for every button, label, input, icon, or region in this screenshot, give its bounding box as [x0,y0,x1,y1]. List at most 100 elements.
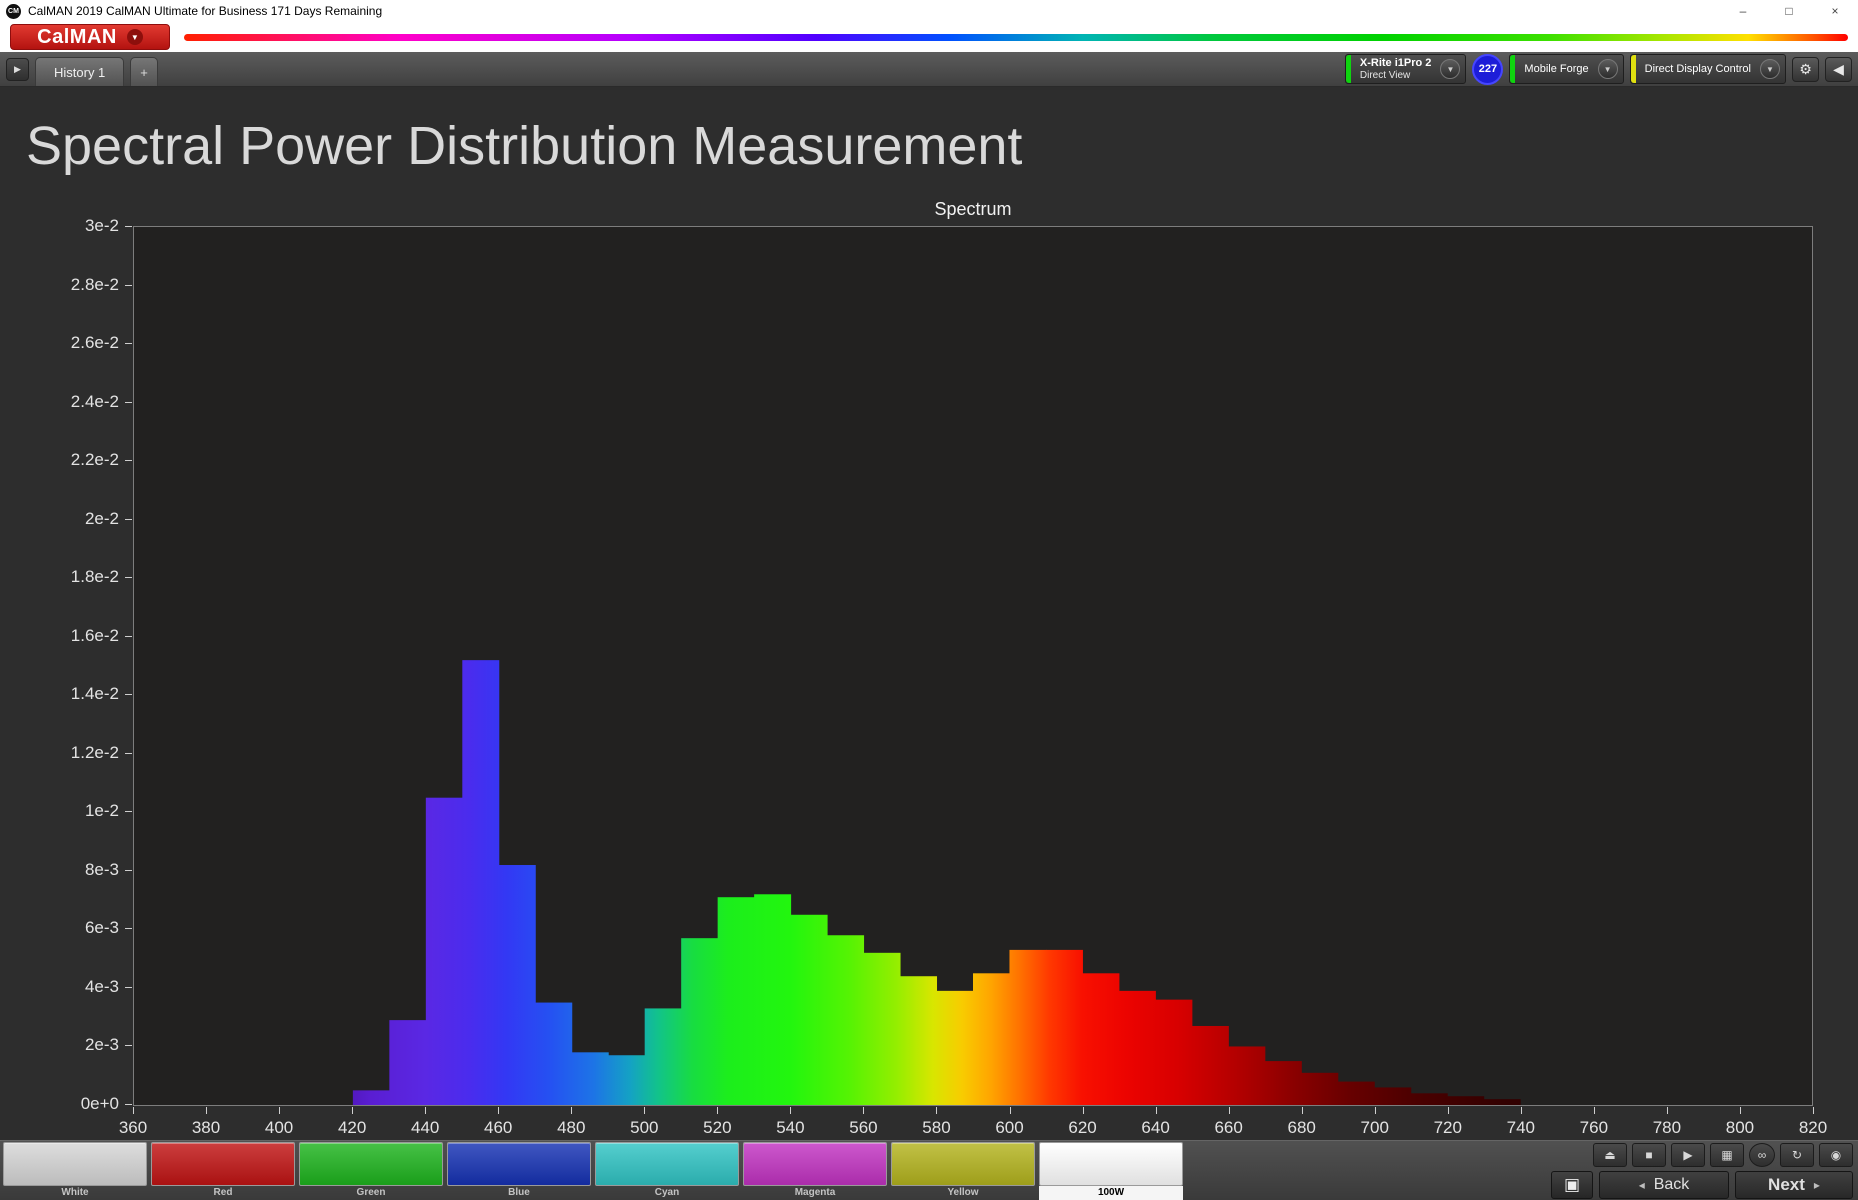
x-axis-tick [1374,1107,1376,1114]
patch-button-100w[interactable]: 100W [1039,1142,1183,1200]
refresh-icon[interactable]: ↻ [1780,1143,1814,1167]
continuous-icon[interactable]: ∞ [1749,1143,1775,1167]
history-panel-toggle-button[interactable]: ▶ [6,57,29,81]
y-axis-tick-label: 6e-3 [84,918,119,938]
x-axis-tick-label: 460 [484,1118,513,1137]
add-tab-button[interactable]: + [130,57,158,86]
patch-button-white[interactable]: White [3,1142,147,1200]
stop-icon[interactable]: ■ [1632,1143,1666,1167]
x-axis-tick [1520,1107,1522,1114]
spectrum-bar [1447,1096,1485,1105]
bottom-bar: White Red Green Blue Cyan Magenta Yellow 100W ⏏… [0,1140,1858,1200]
navigation-row: ▣ ◂ Back Next ▸ [1551,1171,1853,1199]
x-axis-tick-label: 720 [1433,1118,1462,1137]
window-title: CalMAN 2019 CalMAN Ultimate for Business… [28,4,383,18]
calman-menu-button[interactable]: CalMAN ▼ [10,24,170,50]
rainbow-gradient-strip [184,33,1848,41]
y-axis-tick-label: 2.6e-2 [70,333,119,353]
record-icon[interactable]: ◉ [1819,1143,1853,1167]
patch-button-magenta[interactable]: Magenta [743,1142,887,1200]
x-axis-tick [863,1107,865,1114]
patch-label: White [61,1187,89,1198]
x-axis-tick [498,1107,500,1114]
meter-selector[interactable]: X-Rite i1Pro 2 Direct View ▼ [1344,54,1467,84]
y-axis-tick-label: 2e-2 [84,508,119,528]
spectrum-bar [1483,1099,1521,1105]
back-icon: ◂ [1638,1178,1645,1192]
y-axis-tick [125,343,132,345]
spectrum-bar [1118,990,1156,1105]
chevron-down-icon[interactable]: ▼ [1760,59,1780,79]
patch-button-blue[interactable]: Blue [447,1142,591,1200]
spectrum-bar [1228,1046,1266,1105]
x-axis-tick-label: 560 [849,1118,878,1137]
save-icon[interactable]: ▦ [1710,1143,1744,1167]
y-axis-tick [125,401,132,403]
meter-mode: Direct View [1359,69,1411,81]
spectrum-bar [681,938,719,1105]
minimize-icon[interactable]: – [1720,0,1766,22]
chevron-down-icon[interactable]: ▼ [1440,59,1461,79]
y-axis-tick [125,986,132,988]
play-icon[interactable]: ▶ [1671,1143,1705,1167]
x-axis-tick [352,1107,354,1114]
spectrum-bar [1191,1025,1229,1105]
x-axis-tick [279,1107,281,1114]
y-axis-tick [125,577,132,579]
spectrum-bar [462,660,500,1105]
pattern-window-button[interactable]: ▣ [1551,1171,1593,1199]
spectrum-bar [827,935,865,1105]
spectrum-bar [352,1090,390,1105]
source-selector[interactable]: Mobile Forge ▼ [1509,54,1624,84]
y-axis-tick [125,694,132,696]
source-selector-text: Mobile Forge [1515,55,1597,83]
y-axis-tick-label: 2e-3 [84,1035,119,1055]
x-axis-tick-label: 620 [1068,1118,1097,1137]
spectrum-bar [973,973,1010,1105]
x-axis-tick-label: 540 [776,1118,805,1137]
next-button[interactable]: Next ▸ [1735,1171,1853,1199]
patch-button-green[interactable]: Green [299,1142,443,1200]
transport-controls: ⏏ ■ ▶ ▦ ∞ ↻ ◉ ▣ ◂ Back Next ▸ [1551,1143,1853,1199]
chevron-down-icon[interactable]: ▼ [1597,59,1618,79]
close-icon[interactable]: × [1812,0,1858,22]
spectrum-bar [1045,949,1083,1105]
spectrum-bar [1155,999,1193,1105]
display-control-selector[interactable]: Direct Display Control ▼ [1629,54,1786,84]
spectrum-bar [1410,1093,1448,1105]
spectrum-bar [790,914,828,1105]
patch-label: Red [213,1187,233,1198]
gear-icon[interactable]: ⚙ [1792,56,1819,82]
y-axis-tick-label: 1.8e-2 [70,567,119,587]
collapse-panel-icon[interactable]: ◀ [1825,56,1852,82]
y-axis-tick [125,1104,132,1105]
patch-label: Yellow [947,1187,979,1198]
patch-button-yellow[interactable]: Yellow [891,1142,1035,1200]
reading-count-badge[interactable]: 227 [1472,53,1504,85]
meter-selector-text: X-Rite i1Pro 2 Direct View [1351,55,1441,83]
x-axis-tick [790,1107,792,1114]
back-button[interactable]: ◂ Back [1599,1171,1729,1199]
plot-area [133,226,1813,1106]
y-axis-tick-label: 8e-3 [84,859,119,879]
x-axis-tick [1301,1107,1303,1114]
spectrum-bar [754,894,792,1105]
app-icon: CM [6,3,21,19]
maximize-icon[interactable]: □ [1766,0,1812,22]
chart-title: Spectrum [934,199,1012,219]
spectrum-bar [1264,1061,1302,1105]
display-control-name: Direct Display Control [1644,63,1751,75]
patch-button-cyan[interactable]: Cyan [595,1142,739,1200]
x-axis-tick-label: 440 [410,1118,440,1137]
y-axis-tick-label: 1.6e-2 [70,625,119,645]
patch-label: 100W [1039,1186,1183,1200]
y-axis-tick [125,1045,132,1047]
tab-history-1[interactable]: History 1 [35,57,125,86]
patch-button-red[interactable]: Red [151,1142,295,1200]
calman-window: CM CalMAN 2019 CalMAN Ultimate for Busin… [0,0,1858,1200]
eject-icon[interactable]: ⏏ [1593,1143,1627,1167]
x-axis-tick-label: 380 [191,1118,221,1137]
x-axis-tick [1739,1107,1741,1114]
patch-swatch [1039,1142,1183,1186]
y-axis-tick [125,635,132,637]
